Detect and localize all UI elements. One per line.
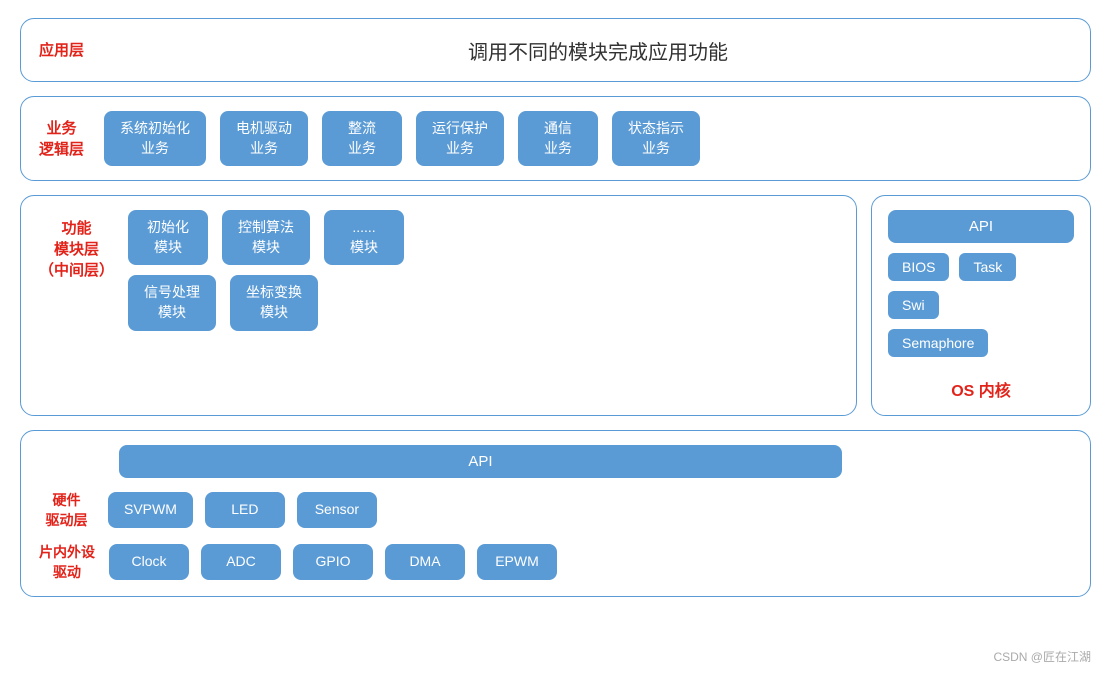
biz-layer: 业务 逻辑层 系统初始化 业务电机驱动 业务整流 业务运行保护 业务通信 业务状… bbox=[20, 96, 1091, 181]
os-task-button: Task bbox=[959, 253, 1016, 281]
biz-module: 状态指示 业务 bbox=[612, 111, 700, 166]
os-api-button: API bbox=[888, 210, 1074, 243]
func-modules: 初始化 模块控制算法 模块 ...... 模块 信号处理 模块坐标变换 模块 bbox=[128, 210, 838, 330]
os-bios-button: BIOS bbox=[888, 253, 949, 281]
func-module: 信号处理 模块 bbox=[128, 275, 216, 330]
os-bios-task-row: BIOS Task bbox=[888, 253, 1074, 281]
app-layer-label: 应用层 bbox=[39, 40, 84, 61]
func-row-1: 初始化 模块控制算法 模块 ...... 模块 bbox=[128, 210, 838, 265]
os-semaphore-row: Semaphore bbox=[888, 329, 1074, 357]
func-module: ...... 模块 bbox=[324, 210, 404, 265]
func-row-2: 信号处理 模块坐标变换 模块 bbox=[128, 275, 838, 330]
func-module: 初始化 模块 bbox=[128, 210, 208, 265]
chip-module: DMA bbox=[385, 544, 465, 580]
biz-module: 电机驱动 业务 bbox=[220, 111, 308, 166]
os-swi-row: Swi bbox=[888, 291, 1074, 319]
hw-driver-section: 硬件 驱动层 SVPWM LED Sensor bbox=[39, 490, 1072, 530]
chip-module: ADC bbox=[201, 544, 281, 580]
biz-modules: 系统初始化 业务电机驱动 业务整流 业务运行保护 业务通信 业务状态指示 业务 bbox=[104, 111, 1072, 166]
os-label: OS 内核 bbox=[888, 377, 1074, 401]
middle-row: 功能 模块层 （中间层） 初始化 模块控制算法 模块 ...... 模块 信号处理… bbox=[20, 195, 1091, 416]
chip-driver-modules: Clock ADC GPIO DMA EPWM bbox=[109, 544, 557, 580]
biz-module: 系统初始化 业务 bbox=[104, 111, 206, 166]
chip-module: EPWM bbox=[477, 544, 557, 580]
biz-module: 通信 业务 bbox=[518, 111, 598, 166]
hw-api-bar: API bbox=[119, 445, 842, 478]
os-swi-button: Swi bbox=[888, 291, 939, 319]
func-layer-label: 功能 模块层 （中间层） bbox=[39, 218, 114, 281]
biz-module: 运行保护 业务 bbox=[416, 111, 504, 166]
hw-module: SVPWM bbox=[108, 492, 193, 528]
app-layer-text: 调用不同的模块完成应用功能 bbox=[124, 36, 1072, 65]
chip-driver-label: 片内外设 驱动 bbox=[39, 542, 95, 582]
app-layer: 应用层 调用不同的模块完成应用功能 bbox=[20, 18, 1091, 82]
chip-driver-section: 片内外设 驱动 Clock ADC GPIO DMA EPWM bbox=[39, 542, 1072, 582]
hw-driver-modules: SVPWM LED Sensor bbox=[108, 492, 377, 528]
func-layer: 功能 模块层 （中间层） 初始化 模块控制算法 模块 ...... 模块 信号处理… bbox=[20, 195, 857, 416]
hw-module: Sensor bbox=[297, 492, 377, 528]
func-module: 坐标变换 模块 bbox=[230, 275, 318, 330]
func-module: 控制算法 模块 bbox=[222, 210, 310, 265]
biz-layer-label: 业务 逻辑层 bbox=[39, 118, 84, 160]
os-semaphore-button: Semaphore bbox=[888, 329, 988, 357]
chip-module: GPIO bbox=[293, 544, 373, 580]
hw-driver-label: 硬件 驱动层 bbox=[39, 490, 94, 530]
os-box: API BIOS Task Swi Semaphore OS 内核 bbox=[871, 195, 1091, 416]
chip-module: Clock bbox=[109, 544, 189, 580]
watermark: CSDN @匠在江湖 bbox=[993, 648, 1091, 665]
hw-module: LED bbox=[205, 492, 285, 528]
main-container: 应用层 调用不同的模块完成应用功能 业务 逻辑层 系统初始化 业务电机驱动 业务… bbox=[0, 0, 1111, 615]
biz-module: 整流 业务 bbox=[322, 111, 402, 166]
hw-layer: API 硬件 驱动层 SVPWM LED Sensor 片内外设 驱动 Clock A… bbox=[20, 430, 1091, 597]
